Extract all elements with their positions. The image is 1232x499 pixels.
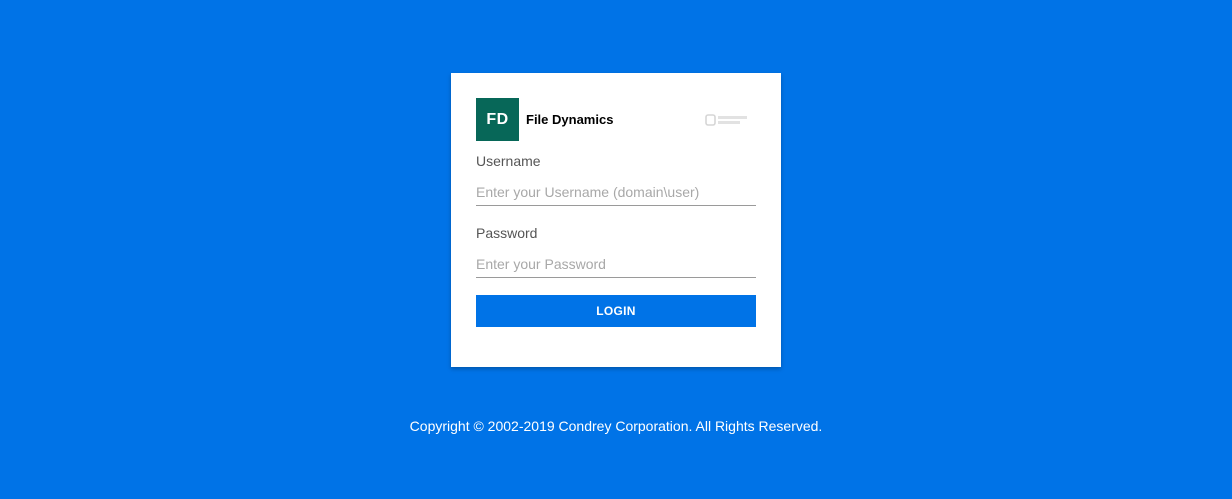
username-input[interactable] xyxy=(476,178,756,206)
brand-header: FD File Dynamics xyxy=(476,98,756,141)
login-page: FD File Dynamics Username Password LOGIN… xyxy=(0,0,1232,499)
login-card: FD File Dynamics Username Password LOGIN xyxy=(451,73,781,367)
login-button[interactable]: LOGIN xyxy=(476,295,756,327)
password-label: Password xyxy=(476,225,538,241)
product-logo: FD xyxy=(476,98,519,141)
product-name: File Dynamics xyxy=(526,112,614,127)
copyright-text: Copyright © 2002-2019 Condrey Corporatio… xyxy=(409,418,823,434)
micro-focus-logo-icon xyxy=(705,114,747,126)
password-input[interactable] xyxy=(476,250,756,278)
username-label: Username xyxy=(476,153,541,169)
